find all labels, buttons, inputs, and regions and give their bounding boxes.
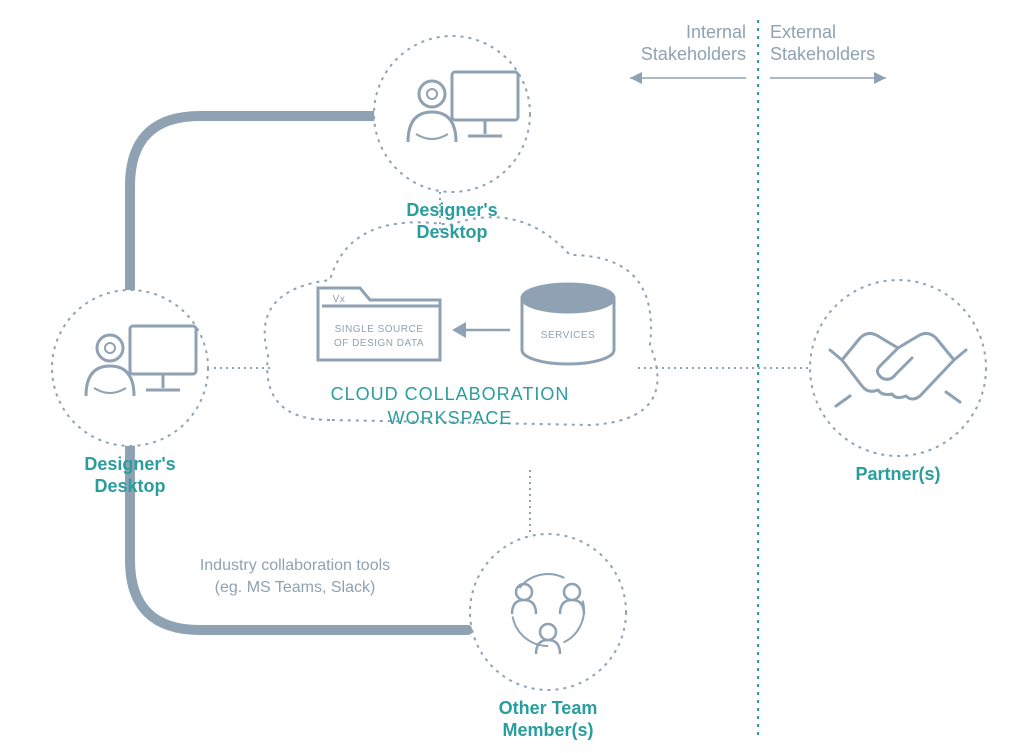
node-designer-top-label-l2: Desktop: [416, 222, 487, 242]
internal-stakeholders-header: Internal Stakeholders: [630, 22, 746, 84]
node-designer-top: Designer's Desktop: [374, 36, 530, 242]
node-designer-top-label-l1: Designer's: [406, 200, 497, 220]
svg-text:(eg. MS Teams, Slack): (eg. MS Teams, Slack): [215, 579, 376, 596]
node-designer-left-label-l2: Desktop: [94, 476, 165, 496]
cloud-title-l1: CLOUD COLLABORATION: [331, 384, 570, 404]
node-partners-label: Partner(s): [855, 464, 940, 484]
services-label: SERVICES: [541, 330, 595, 341]
folder-tag: Vx: [333, 294, 346, 305]
external-label-l2: Stakeholders: [770, 44, 875, 64]
node-designer-left-label-l1: Designer's: [84, 454, 175, 474]
cloud-workspace: Vx SINGLE SOURCE OF DESIGN DATA SERVICES…: [265, 217, 658, 428]
external-label-l1: External: [770, 22, 836, 42]
diagram-canvas: Internal Stakeholders External Stakehold…: [0, 0, 1024, 753]
industry-collab-pipe-bottom: [130, 441, 468, 630]
services-arrow-icon: [452, 322, 510, 338]
node-team-label-l1: Other Team: [499, 698, 598, 718]
external-stakeholders-header: External Stakeholders: [770, 22, 886, 84]
internal-label-l1: Internal: [686, 22, 746, 42]
cloud-title-l2: WORKSPACE: [388, 408, 513, 428]
folder-label-l1: SINGLE SOURCE: [335, 324, 424, 335]
folder-icon: Vx SINGLE SOURCE OF DESIGN DATA: [318, 288, 440, 360]
industry-collab-label: Industry collaboration tools (eg. MS Tea…: [200, 557, 390, 596]
node-designer-left: Designer's Desktop: [52, 290, 208, 496]
internal-label-l2: Stakeholders: [641, 44, 746, 64]
folder-label-l2: OF DESIGN DATA: [334, 338, 424, 349]
node-team-label-l2: Member(s): [502, 720, 593, 740]
node-team: Other Team Member(s): [470, 534, 626, 740]
svg-text:Industry collaboration tools: Industry collaboration tools: [200, 557, 390, 574]
services-cylinder-icon: SERVICES: [522, 284, 614, 364]
industry-collab-pipe-top: [130, 116, 378, 292]
node-partners: Partner(s): [810, 280, 986, 484]
